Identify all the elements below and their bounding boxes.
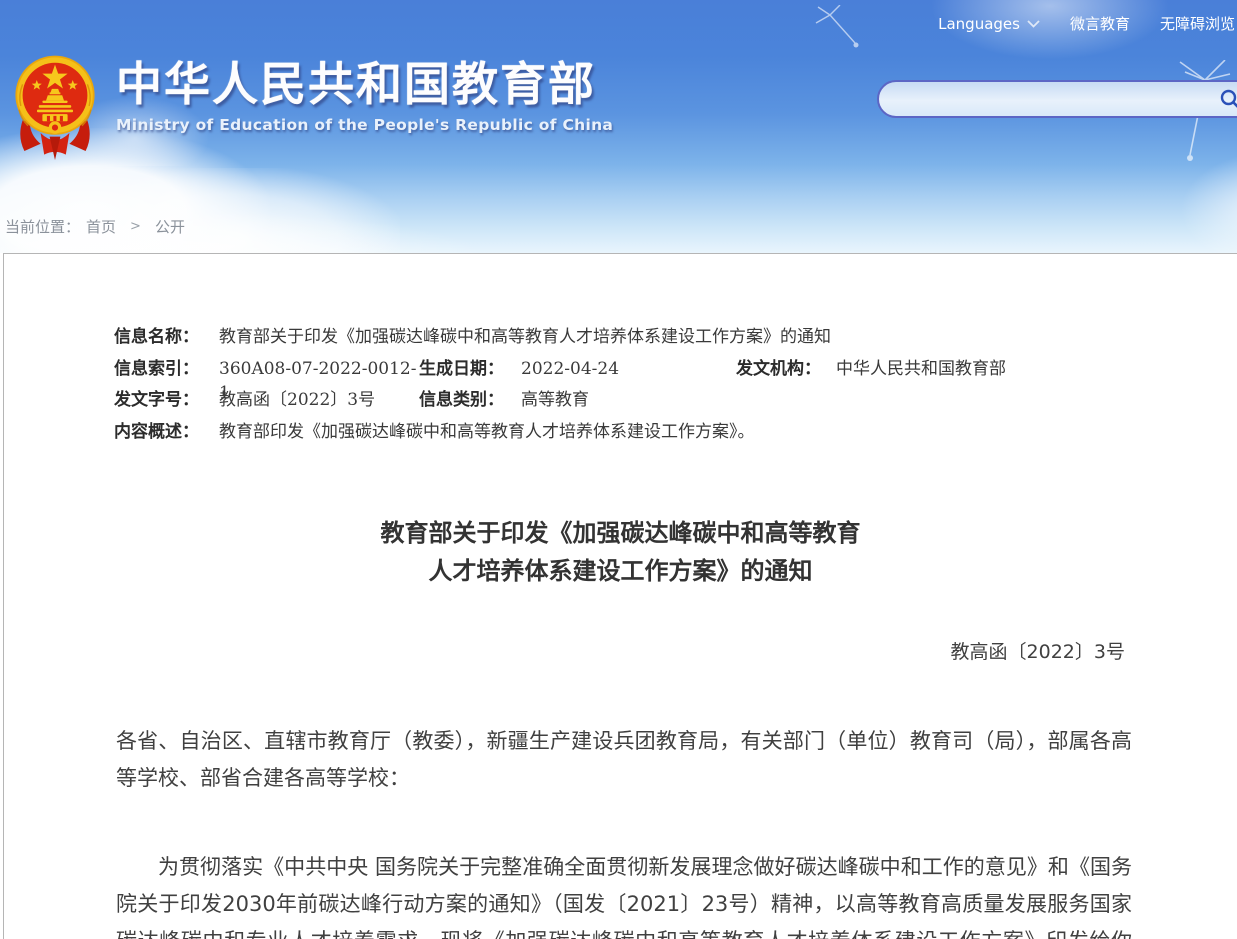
article-title: 教育部关于印发《加强碳达峰碳中和高等教育 人才培养体系建设工作方案》的通知 [4, 514, 1237, 590]
breadcrumb-section-link[interactable]: 公开 [155, 216, 185, 237]
meta-category-label: 信息类别： [419, 388, 521, 412]
meta-date-label: 生成日期： [419, 357, 521, 381]
search-bar [877, 80, 1237, 118]
meta-row-index: 信息索引： 360A08-07-2022-0012-1 生成日期： 2022-0… [114, 357, 1237, 389]
article-paragraph: 各省、自治区、直辖市教育厅（教委），新疆生产建设兵团教育局，有关部门（单位）教育… [116, 723, 1132, 797]
meta-summary-value: 教育部印发《加强碳达峰碳中和高等教育人才培养体系建设工作方案》。 [219, 420, 755, 444]
document-panel: 信息名称： 教育部关于印发《加强碳达峰碳中和高等教育人才培养体系建设工作方案》的… [3, 253, 1237, 939]
meta-agency-value: 中华人民共和国教育部 [836, 357, 1006, 381]
languages-menu[interactable]: Languages [938, 15, 1040, 33]
meta-agency-label: 发文机构： [736, 357, 836, 381]
site-subtitle: Ministry of Education of the People's Re… [116, 116, 613, 134]
languages-label: Languages [938, 15, 1020, 33]
meta-date-value: 2022-04-24 [521, 357, 736, 381]
article-doc-number: 教高函〔2022〕3号 [4, 637, 1237, 664]
national-emblem-icon [10, 50, 100, 162]
chevron-down-icon [1027, 20, 1040, 28]
site-header: Languages 微言教育 无障碍浏览 [0, 0, 1237, 253]
site-brand-link[interactable]: 中华人民共和国教育部 Ministry of Education of the … [10, 50, 613, 162]
meta-docnum-label: 发文字号： [114, 388, 219, 412]
article-title-line2: 人才培养体系建设工作方案》的通知 [4, 552, 1237, 590]
meta-category-value: 高等教育 [521, 388, 589, 412]
brand-text: 中华人民共和国教育部 Ministry of Education of the … [116, 58, 613, 134]
meta-name-value: 教育部关于印发《加强碳达峰碳中和高等教育人才培养体系建设工作方案》的通知 [219, 325, 831, 349]
search-icon [1219, 88, 1237, 110]
dandelion-seed-decoration [810, 5, 890, 80]
meta-row-name: 信息名称： 教育部关于印发《加强碳达峰碳中和高等教育人才培养体系建设工作方案》的… [114, 325, 1237, 357]
breadcrumb-home-link[interactable]: 首页 [86, 216, 116, 237]
accessibility-label: 无障碍浏览 [1160, 13, 1235, 34]
article-paragraph: 为贯彻落实《中共中央 国务院关于完整准确全面贯彻新发展理念做好碳达峰碳中和工作的… [116, 849, 1132, 939]
topbar: Languages 微言教育 无障碍浏览 [938, 13, 1235, 34]
search-button[interactable] [1217, 86, 1237, 112]
document-meta: 信息名称： 教育部关于印发《加强碳达峰碳中和高等教育人才培养体系建设工作方案》的… [114, 254, 1237, 451]
site-title: 中华人民共和国教育部 [116, 58, 613, 111]
weiyan-label: 微言教育 [1070, 13, 1130, 34]
breadcrumb: 当前位置： 首页 > 公开 [5, 216, 185, 237]
weiyan-education-link[interactable]: 微言教育 [1070, 13, 1130, 34]
search-input[interactable] [897, 84, 1217, 114]
meta-name-label: 信息名称： [114, 325, 219, 349]
meta-row-docnum: 发文字号： 教高函〔2022〕3号 信息类别： 高等教育 [114, 388, 1237, 420]
article-title-line1: 教育部关于印发《加强碳达峰碳中和高等教育 [4, 514, 1237, 552]
cloud-decoration [120, 168, 400, 253]
meta-docnum-value: 教高函〔2022〕3号 [219, 388, 419, 412]
meta-row-summary: 内容概述： 教育部印发《加强碳达峰碳中和高等教育人才培养体系建设工作方案》。 [114, 420, 1237, 452]
meta-index-label: 信息索引： [114, 357, 219, 381]
accessibility-link[interactable]: 无障碍浏览 [1160, 13, 1235, 34]
breadcrumb-prefix: 当前位置： [5, 216, 80, 237]
meta-summary-label: 内容概述： [114, 420, 219, 444]
breadcrumb-separator: > [122, 219, 149, 234]
